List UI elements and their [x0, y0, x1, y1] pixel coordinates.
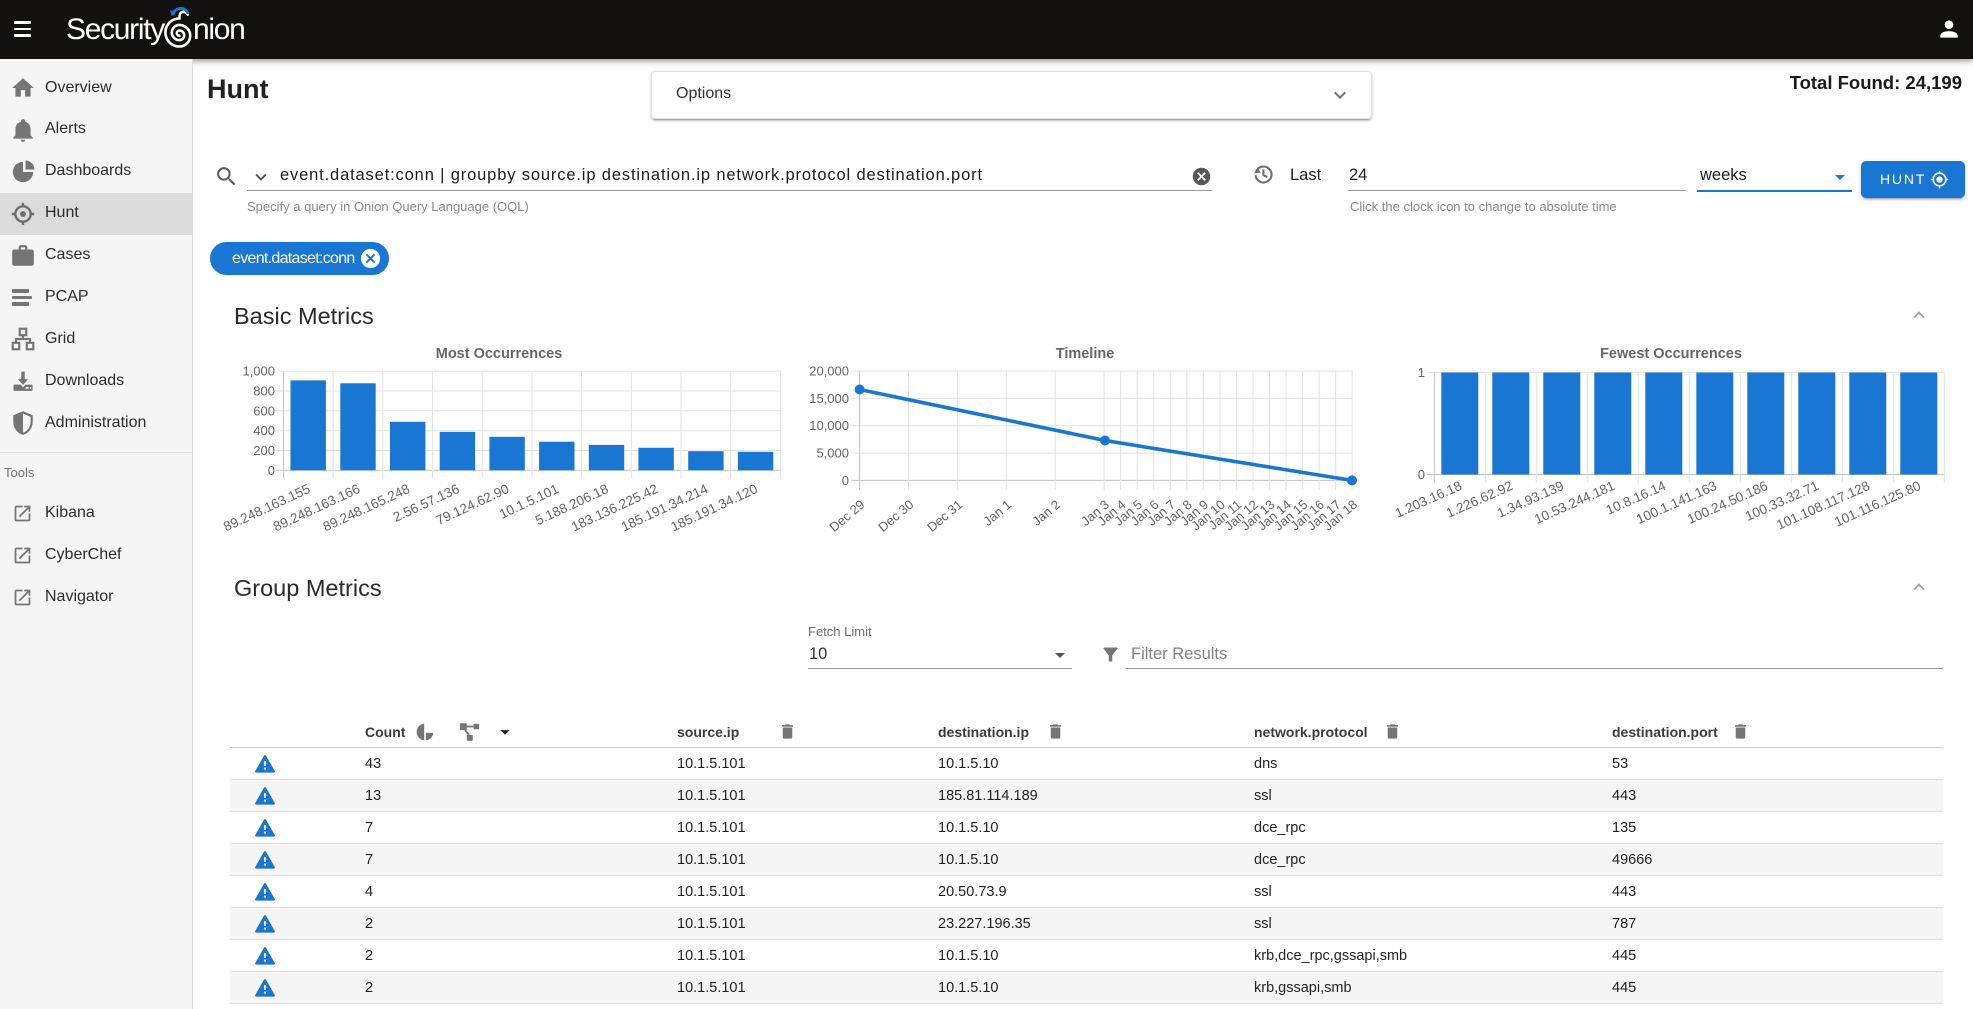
svg-text:Dec 30: Dec 30: [875, 497, 916, 535]
svg-text:Dec 29: Dec 29: [826, 497, 867, 535]
svg-text:10,000: 10,000: [809, 418, 849, 433]
svg-text:0: 0: [268, 463, 275, 478]
svg-text:200: 200: [253, 443, 275, 458]
svg-text:Most Occurrences: Most Occurrences: [436, 346, 563, 362]
svg-text:101.116.125.80: 101.116.125.80: [1832, 478, 1923, 529]
svg-text:800: 800: [253, 384, 275, 399]
svg-text:1,000: 1,000: [242, 364, 275, 379]
svg-text:600: 600: [253, 403, 275, 418]
svg-text:15,000: 15,000: [809, 391, 849, 406]
svg-text:0: 0: [842, 473, 849, 488]
svg-text:Timeline: Timeline: [1056, 346, 1115, 362]
svg-text:Jan 2: Jan 2: [1029, 497, 1063, 529]
svg-text:400: 400: [253, 423, 275, 438]
svg-text:0: 0: [1418, 467, 1425, 482]
svg-text:Dec 31: Dec 31: [924, 497, 965, 535]
svg-text:5,000: 5,000: [816, 446, 849, 461]
svg-text:Jan 1: Jan 1: [980, 497, 1014, 529]
svg-text:20,000: 20,000: [809, 364, 849, 379]
svg-text:Fewest Occurrences: Fewest Occurrences: [1600, 346, 1742, 362]
svg-text:1: 1: [1418, 365, 1425, 380]
